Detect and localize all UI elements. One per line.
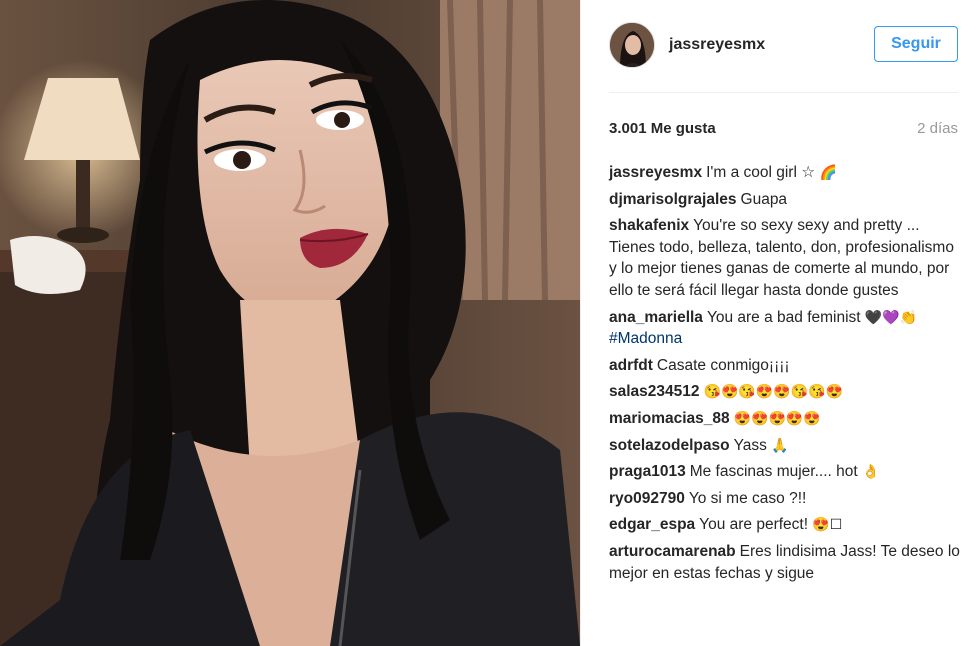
post-time[interactable]: 2 días bbox=[917, 120, 958, 137]
avatar-image bbox=[610, 23, 654, 67]
comment-username[interactable]: mariomacias_88 bbox=[609, 410, 730, 427]
ok-hand-emoji-icon: 👌 bbox=[862, 463, 880, 480]
comments-list: jassreyesmx I'm a cool girl ☆ 🌈 djmarisol… bbox=[609, 162, 961, 589]
follow-button[interactable]: Seguir bbox=[874, 26, 958, 62]
comment-text: Yo si me caso ?!! bbox=[688, 489, 807, 507]
comment-username[interactable]: adrfdt bbox=[609, 357, 653, 374]
header-divider bbox=[609, 92, 958, 93]
post-photo[interactable] bbox=[0, 0, 580, 646]
comment-item: salas234512 😘😍😘😍😍😘😘😍 bbox=[609, 381, 961, 403]
comment-text: Yass bbox=[733, 436, 767, 454]
comment-username[interactable]: praga1013 bbox=[609, 463, 686, 480]
comment-username[interactable]: edgar_espa bbox=[609, 516, 695, 533]
comment-username[interactable]: jassreyesmx bbox=[609, 164, 702, 181]
comment-item: ana_mariella You are a bad feminist 🖤💜👏 #… bbox=[609, 307, 961, 350]
likes-count[interactable]: 3.001 Me gusta bbox=[609, 120, 716, 137]
comment-username[interactable]: ana_mariella bbox=[609, 309, 703, 326]
comment-username[interactable]: salas234512 bbox=[609, 383, 700, 400]
comment-item: mariomacias_88 😍😍😍😍😍 bbox=[609, 408, 961, 430]
comment-text: Casate conmigo¡¡¡¡ bbox=[656, 356, 790, 374]
heart-eyes-emoji-icon: 😍😍😍😍😍 bbox=[733, 409, 821, 426]
post-details-panel: jassreyesmx Seguir 3.001 Me gusta 2 días… bbox=[580, 0, 980, 646]
rainbow-emoji-icon: 🌈 bbox=[819, 164, 837, 180]
kiss-emoji-icon: 😘😍😘😍😍😘😘😍 bbox=[703, 383, 843, 400]
comment-username[interactable]: arturocamarenab bbox=[609, 543, 736, 560]
comment-item: arturocamarenab Eres lindisima Jass! Te d… bbox=[609, 541, 961, 584]
comment-text: You are perfect! bbox=[699, 516, 809, 534]
comment-username[interactable]: shakafenix bbox=[609, 217, 689, 234]
heart-eyes-emoji-icon: 😍☐ bbox=[812, 516, 843, 533]
comment-text: I'm a cool girl ☆ bbox=[706, 164, 816, 181]
comment-item: jassreyesmx I'm a cool girl ☆ 🌈 bbox=[609, 162, 961, 184]
post-header: jassreyesmx Seguir bbox=[609, 20, 958, 72]
comment-item: edgar_espa You are perfect! 😍☐ bbox=[609, 514, 961, 536]
comment-item: djmarisolgrajales Guapa bbox=[609, 189, 961, 211]
comment-item: adrfdt Casate conmigo¡¡¡¡ bbox=[609, 355, 961, 377]
comment-username[interactable]: djmarisolgrajales bbox=[609, 191, 737, 208]
heart-emoji-icon: 🖤💜👏 bbox=[864, 308, 918, 325]
comment-item: sotelazodelpaso Yass 🙏 bbox=[609, 435, 961, 457]
comment-item: shakafenix You're so sexy sexy and pretty… bbox=[609, 215, 961, 301]
comment-item: praga1013 Me fascinas mujer.... hot 👌 bbox=[609, 461, 961, 483]
pray-emoji-icon: 🙏 bbox=[771, 436, 789, 453]
comment-item: ryo092790 Yo si me caso ?!! bbox=[609, 488, 961, 510]
comment-text: Me fascinas mujer.... hot bbox=[689, 463, 858, 481]
comment-text: You are a bad feminist bbox=[706, 308, 861, 326]
avatar[interactable] bbox=[609, 22, 655, 68]
comment-username[interactable]: sotelazodelpaso bbox=[609, 437, 730, 454]
comment-text: Guapa bbox=[740, 190, 788, 208]
post-username[interactable]: jassreyesmx bbox=[669, 36, 765, 54]
photo-illustration bbox=[0, 0, 580, 646]
hashtag-link[interactable]: #Madonna bbox=[609, 330, 682, 347]
comment-username[interactable]: ryo092790 bbox=[609, 490, 685, 507]
